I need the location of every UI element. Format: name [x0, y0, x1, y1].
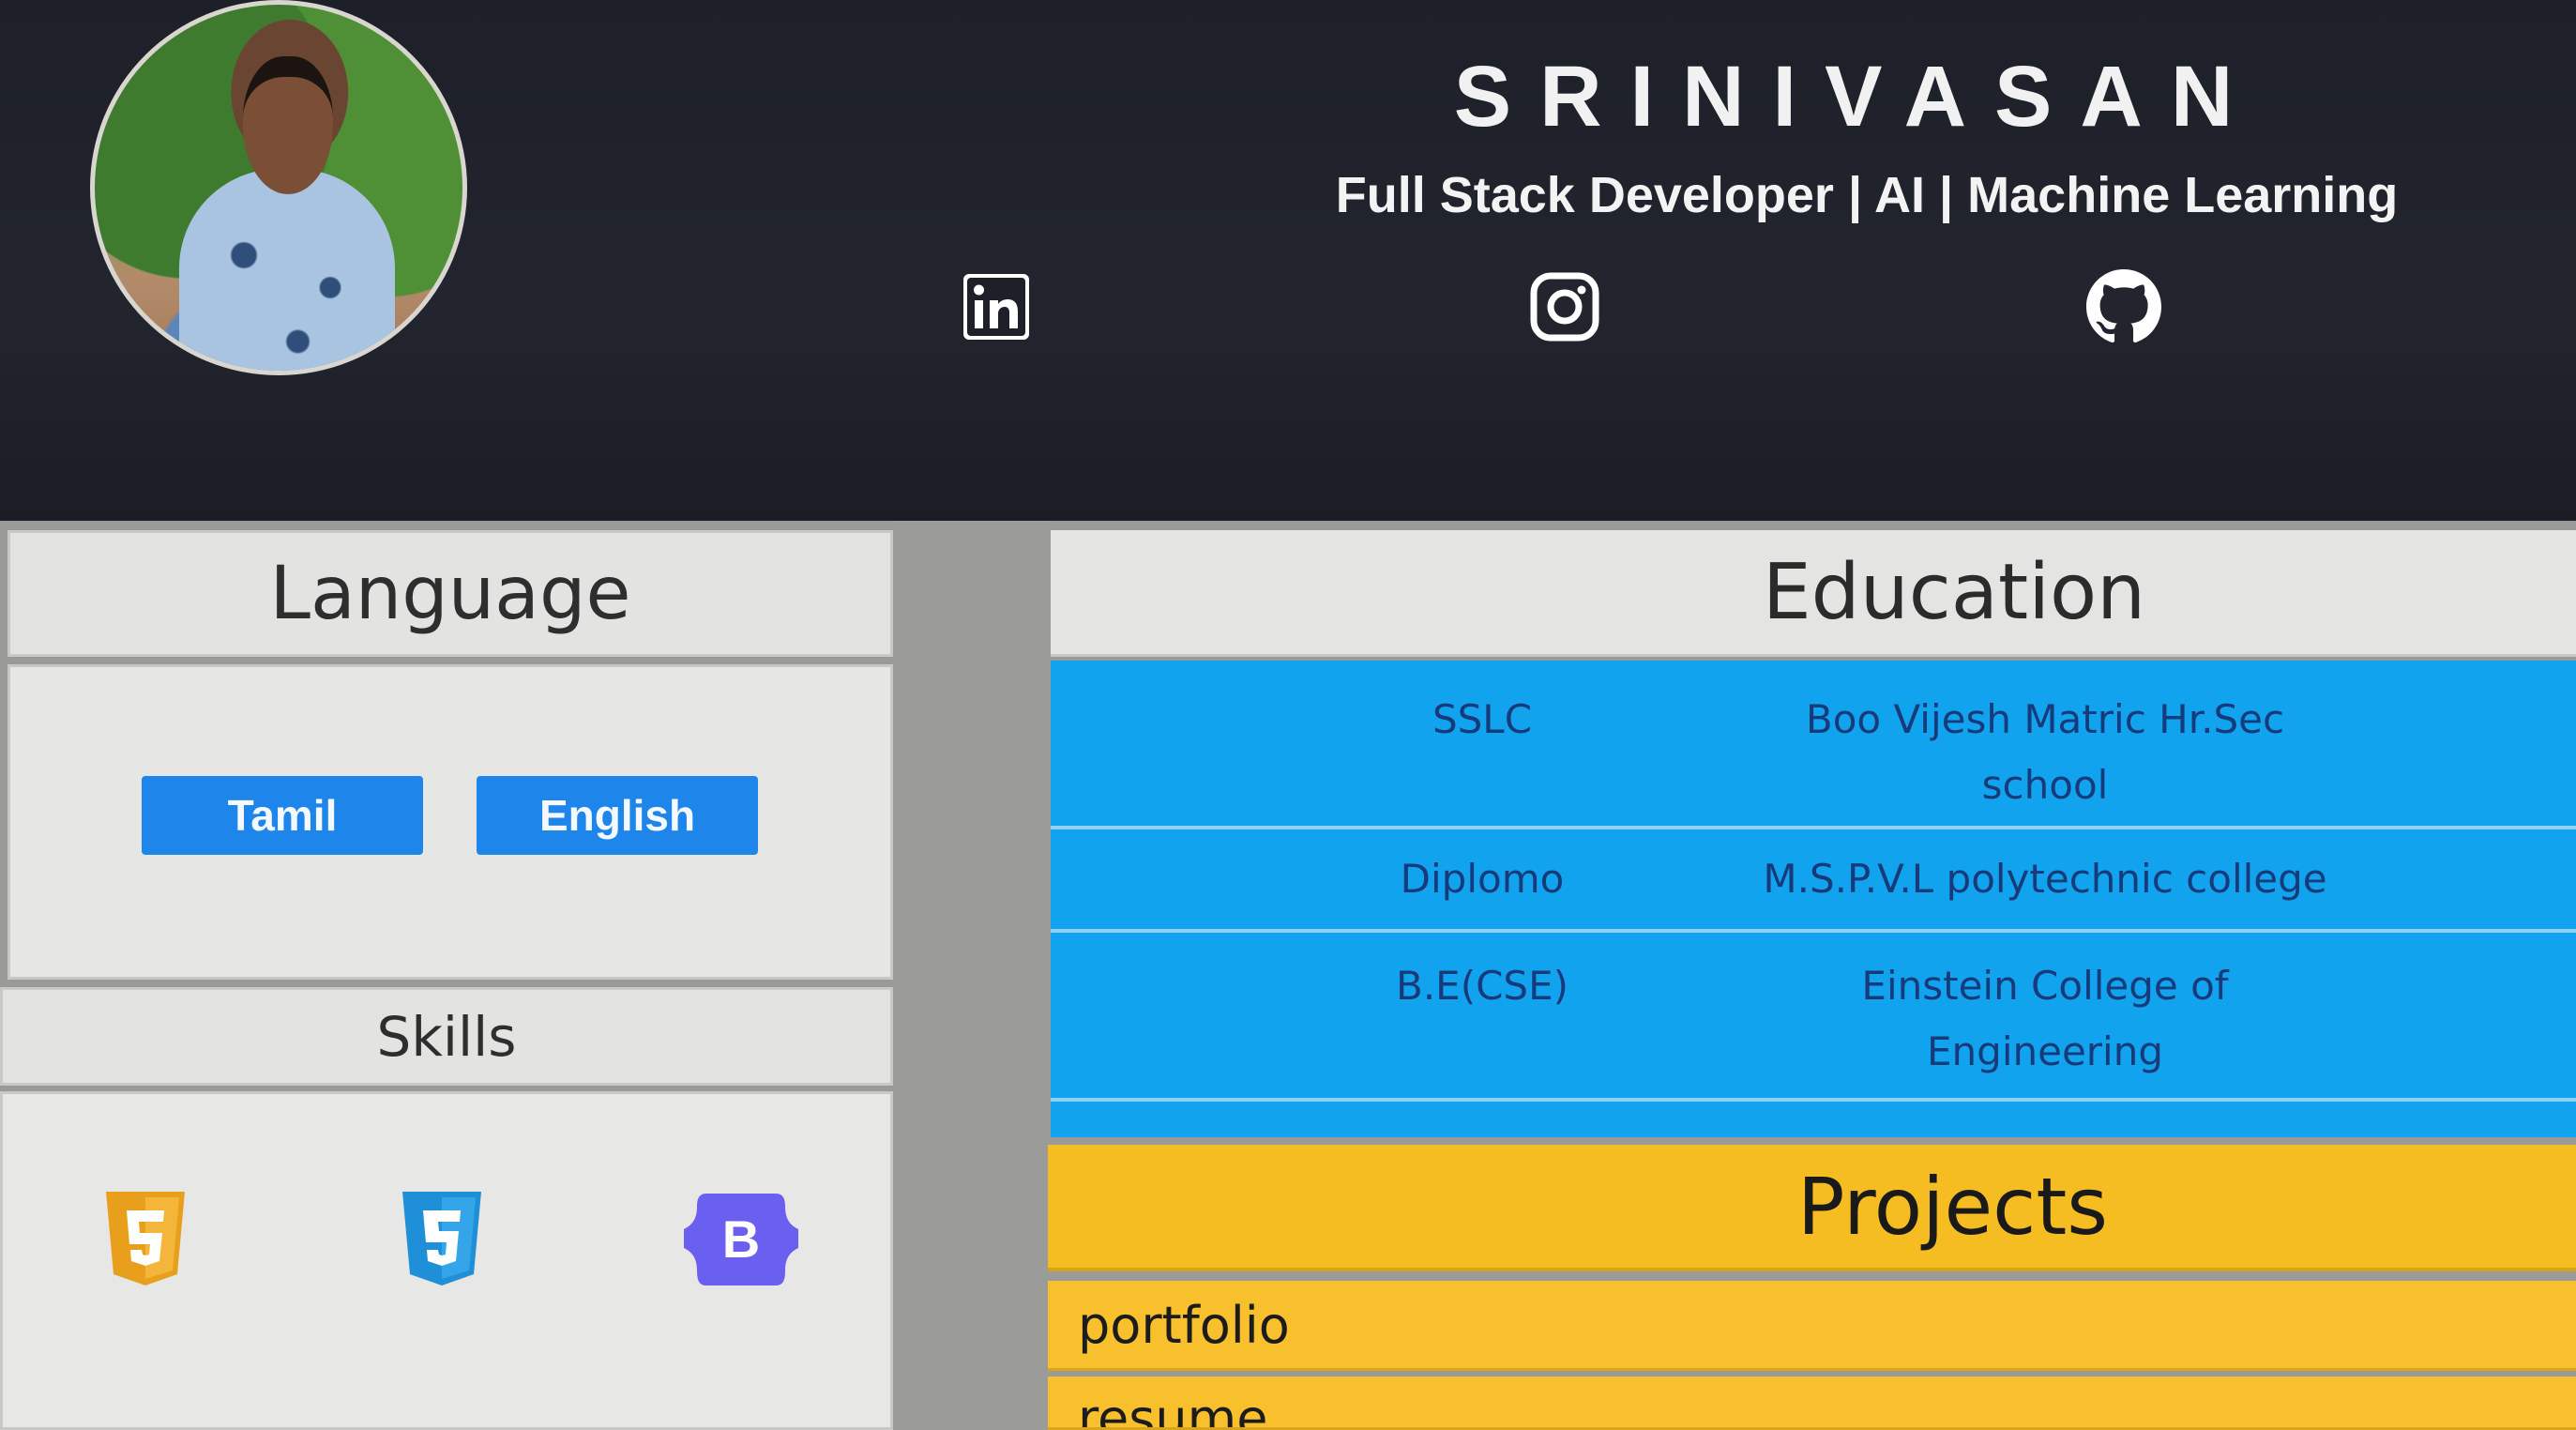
bootstrap-icon: B	[678, 1188, 804, 1295]
avatar-shirt	[179, 169, 395, 371]
skills-heading: Skills	[0, 987, 893, 1086]
linkedin-link[interactable]	[959, 269, 1034, 344]
html5-icon	[100, 1188, 190, 1295]
css3-icon	[397, 1188, 487, 1295]
profile-name: SRINIVASAN	[1453, 49, 2262, 145]
table-row: B.E(CSE) Einstein College of Engineering	[1051, 933, 2576, 1102]
linkedin-icon	[963, 274, 1029, 340]
project-item-portfolio[interactable]: portfolio	[1048, 1281, 2576, 1371]
education-level: SSLC	[1432, 696, 1533, 742]
education-level: Diplomo	[1400, 856, 1565, 902]
education-level: B.E(CSE)	[1396, 963, 1568, 1009]
language-button-tamil[interactable]: Tamil	[142, 776, 423, 855]
profile-header: SRINIVASAN Full Stack Developer | AI | M…	[0, 0, 2576, 521]
github-link[interactable]	[2086, 269, 2161, 344]
table-row: Diplomo M.S.P.V.L polytechnic college	[1051, 829, 2576, 933]
table-row: SSLC Boo Vijesh Matric Hr.Sec school	[1051, 661, 2576, 829]
column-gap	[896, 521, 1051, 1430]
instagram-link[interactable]	[1527, 269, 1602, 344]
education-institution: Einstein College of Engineering	[1861, 963, 2229, 1074]
avatar	[90, 0, 467, 375]
svg-text:B: B	[722, 1209, 760, 1269]
education-table: SSLC Boo Vijesh Matric Hr.Sec school Dip…	[1051, 661, 2576, 1137]
avatar-head	[243, 56, 333, 194]
language-panel: Tamil English	[8, 664, 893, 980]
profile-tagline: Full Stack Developer | AI | Machine Lear…	[1335, 167, 2399, 223]
education-institution: Boo Vijesh Matric Hr.Sec school	[1805, 696, 2285, 808]
education-heading: Education	[1051, 530, 2576, 657]
project-item-resume[interactable]: resume	[1048, 1377, 2576, 1430]
instagram-icon	[1530, 272, 1599, 342]
language-button-english[interactable]: English	[477, 776, 758, 855]
skills-panel: B	[0, 1091, 893, 1430]
education-institution: M.S.P.V.L polytechnic college	[1763, 856, 2327, 902]
github-icon	[2086, 269, 2161, 343]
language-heading: Language	[8, 530, 893, 657]
projects-heading: Projects	[1048, 1145, 2576, 1271]
